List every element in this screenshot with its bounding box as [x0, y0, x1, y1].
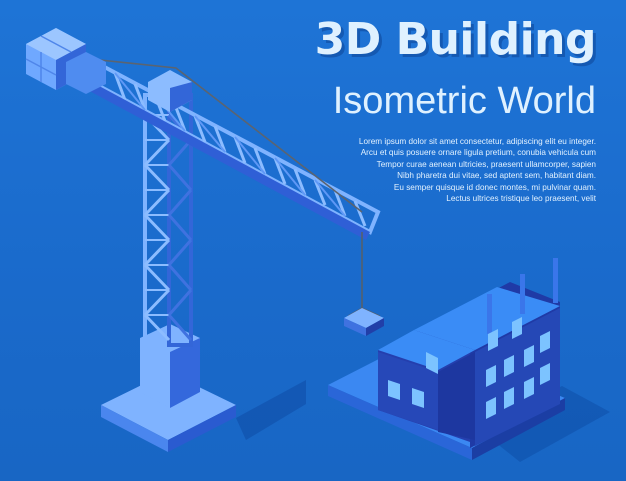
page-subtitle: Isometric World: [332, 80, 596, 122]
paragraph-line: Tempor curae aenean ultricies, praesent …: [376, 159, 596, 169]
poster: 3D Building Isometric World Lorem ipsum …: [0, 0, 626, 481]
paragraph-line: Arcu et quis posuere ornare ligula preti…: [360, 148, 596, 158]
crane-counterweight: [25, 28, 106, 94]
paragraph-line: Nibh pharetra dui vitae, sed aptent sem,…: [397, 171, 596, 181]
paragraph-line: Lorem ipsum dolor sit amet consectetur, …: [358, 137, 596, 146]
paragraph-line: Eu semper quisque id donec montes, mi pu…: [393, 182, 596, 192]
crane-base-shadow: [236, 380, 306, 440]
rebar: [487, 294, 492, 334]
body-paragraph: Lorem ipsum dolor sit amet consectetur, …: [359, 136, 596, 204]
page-title: 3D Building: [314, 14, 597, 65]
hanging-load: [344, 308, 384, 336]
rebar: [553, 258, 558, 303]
construction-illustration: [25, 28, 610, 462]
paragraph-line: Lectus ultrices tristique leo praesent, …: [446, 194, 596, 204]
rebar: [520, 274, 525, 314]
